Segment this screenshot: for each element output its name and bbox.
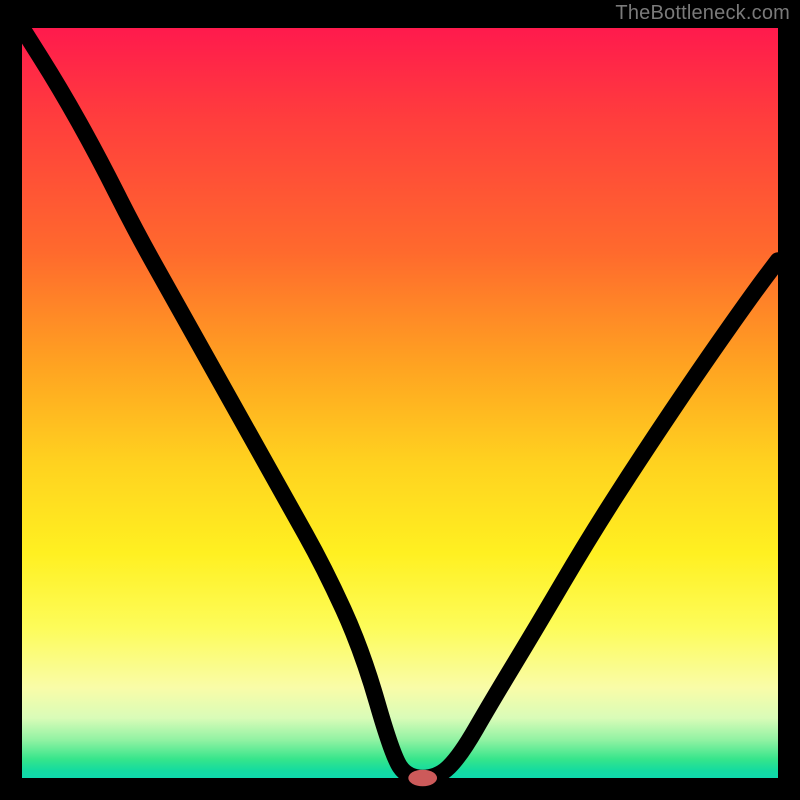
chart-svg (22, 28, 778, 778)
plot-area (22, 28, 778, 778)
watermark-text: TheBottleneck.com (615, 2, 790, 25)
optimum-marker (408, 770, 437, 787)
chart-frame: TheBottleneck.com (0, 0, 800, 800)
bottleneck-curve (22, 28, 778, 778)
